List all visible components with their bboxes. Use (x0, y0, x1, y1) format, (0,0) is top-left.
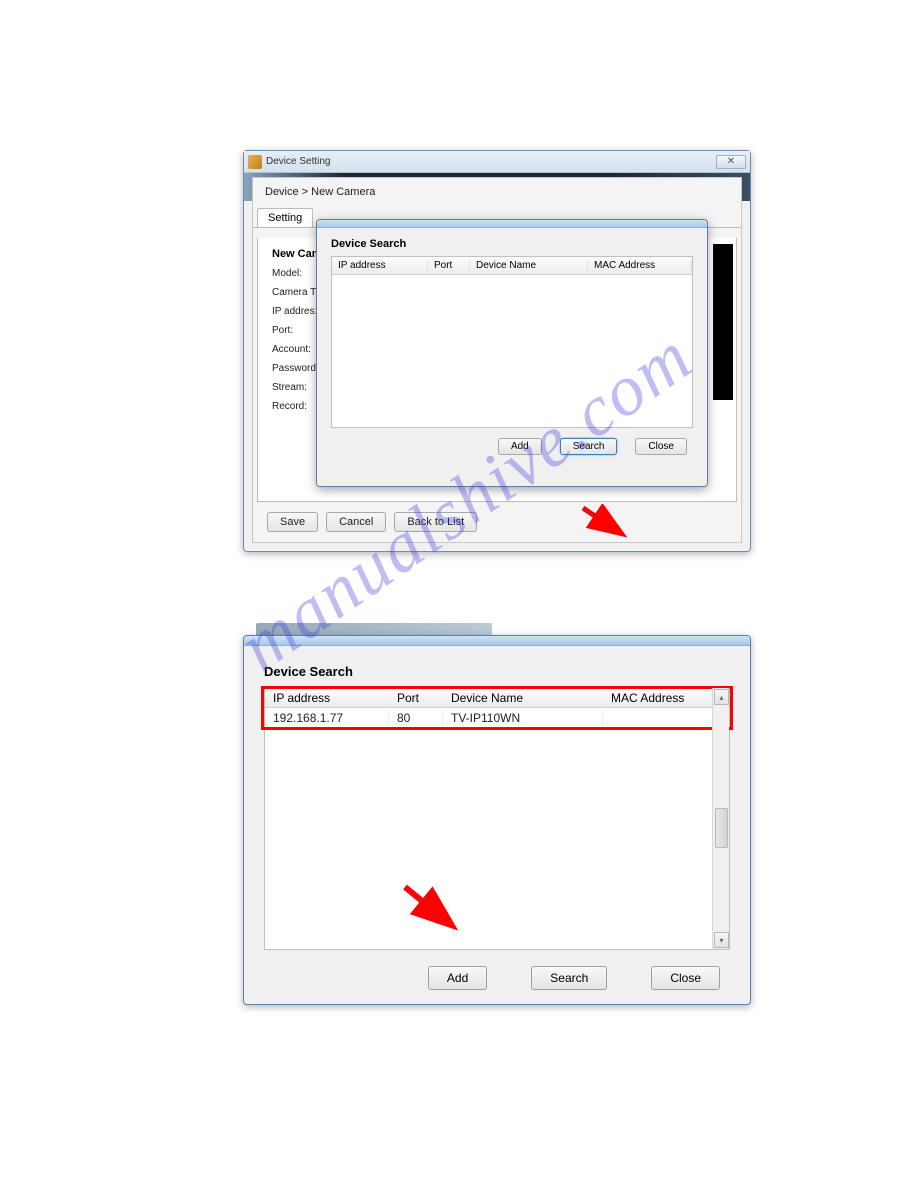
column-device-name[interactable]: Device Name (443, 691, 603, 705)
column-ip-address[interactable]: IP address (332, 260, 428, 271)
device-search-table[interactable]: IP address Port Device Name MAC Address (331, 256, 693, 428)
popup-button-row: Add Search Close (331, 438, 693, 455)
device-search-popup: Device Search IP address Port Device Nam… (316, 219, 708, 487)
popup-body: Device Search IP address Port Device Nam… (317, 228, 707, 465)
device-search-table: IP address Port Device Name MAC Address … (264, 687, 730, 950)
column-mac-address[interactable]: MAC Address (588, 260, 692, 271)
column-mac-address[interactable]: MAC Address (603, 691, 712, 705)
search-button[interactable]: Search (531, 966, 607, 990)
save-button[interactable]: Save (267, 512, 318, 532)
close-button[interactable]: Close (651, 966, 720, 990)
window-title: Device Setting (266, 156, 330, 167)
search-button[interactable]: Search (560, 438, 618, 455)
chevron-down-icon: ▾ (719, 936, 723, 945)
add-button[interactable]: Add (498, 438, 542, 455)
button-row: Add Search Close (264, 966, 730, 990)
device-setting-window: Device Setting ✕ Device > New Camera Set… (243, 150, 751, 552)
table-header-row: IP address Port Device Name MAC Address (332, 257, 692, 275)
bottom-button-row: Save Cancel Back to List (267, 512, 477, 532)
window-close-button[interactable]: ✕ (716, 155, 746, 169)
device-search-title: Device Search (264, 664, 730, 679)
window-titlebar[interactable] (244, 636, 750, 646)
tab-setting[interactable]: Setting (257, 208, 313, 227)
chevron-up-icon: ▴ (719, 693, 723, 702)
window-background-strip (256, 623, 492, 636)
column-device-name[interactable]: Device Name (470, 260, 588, 271)
vertical-scrollbar[interactable]: ▴ ▾ (712, 688, 729, 949)
back-to-list-button[interactable]: Back to List (394, 512, 477, 532)
device-search-title: Device Search (331, 238, 693, 250)
scroll-down-button[interactable]: ▾ (714, 932, 729, 948)
breadcrumb: Device > New Camera (253, 178, 741, 208)
close-button[interactable]: Close (635, 438, 687, 455)
device-search-results-window: Device Search IP address Port Device Nam… (243, 635, 751, 1005)
window-titlebar[interactable]: Device Setting ✕ (244, 151, 750, 173)
cell-port: 80 (389, 711, 443, 725)
window-body: Device Search IP address Port Device Nam… (244, 646, 750, 1004)
scroll-up-button[interactable]: ▴ (714, 689, 729, 705)
column-port[interactable]: Port (428, 260, 470, 271)
column-ip-address[interactable]: IP address (265, 691, 389, 705)
cancel-button[interactable]: Cancel (326, 512, 386, 532)
scrollbar-thumb[interactable] (715, 808, 728, 848)
table-row[interactable]: 192.168.1.77 80 TV-IP110WN (265, 708, 712, 728)
add-button[interactable]: Add (428, 966, 487, 990)
close-icon: ✕ (727, 156, 735, 167)
app-icon (248, 155, 262, 169)
cell-ip-address: 192.168.1.77 (265, 711, 389, 725)
table-body[interactable]: IP address Port Device Name MAC Address … (265, 688, 712, 949)
table-header-row: IP address Port Device Name MAC Address (265, 688, 712, 708)
cell-device-name: TV-IP110WN (443, 711, 603, 725)
column-port[interactable]: Port (389, 691, 443, 705)
camera-preview-placeholder (713, 244, 733, 400)
popup-titlebar[interactable] (317, 220, 707, 228)
